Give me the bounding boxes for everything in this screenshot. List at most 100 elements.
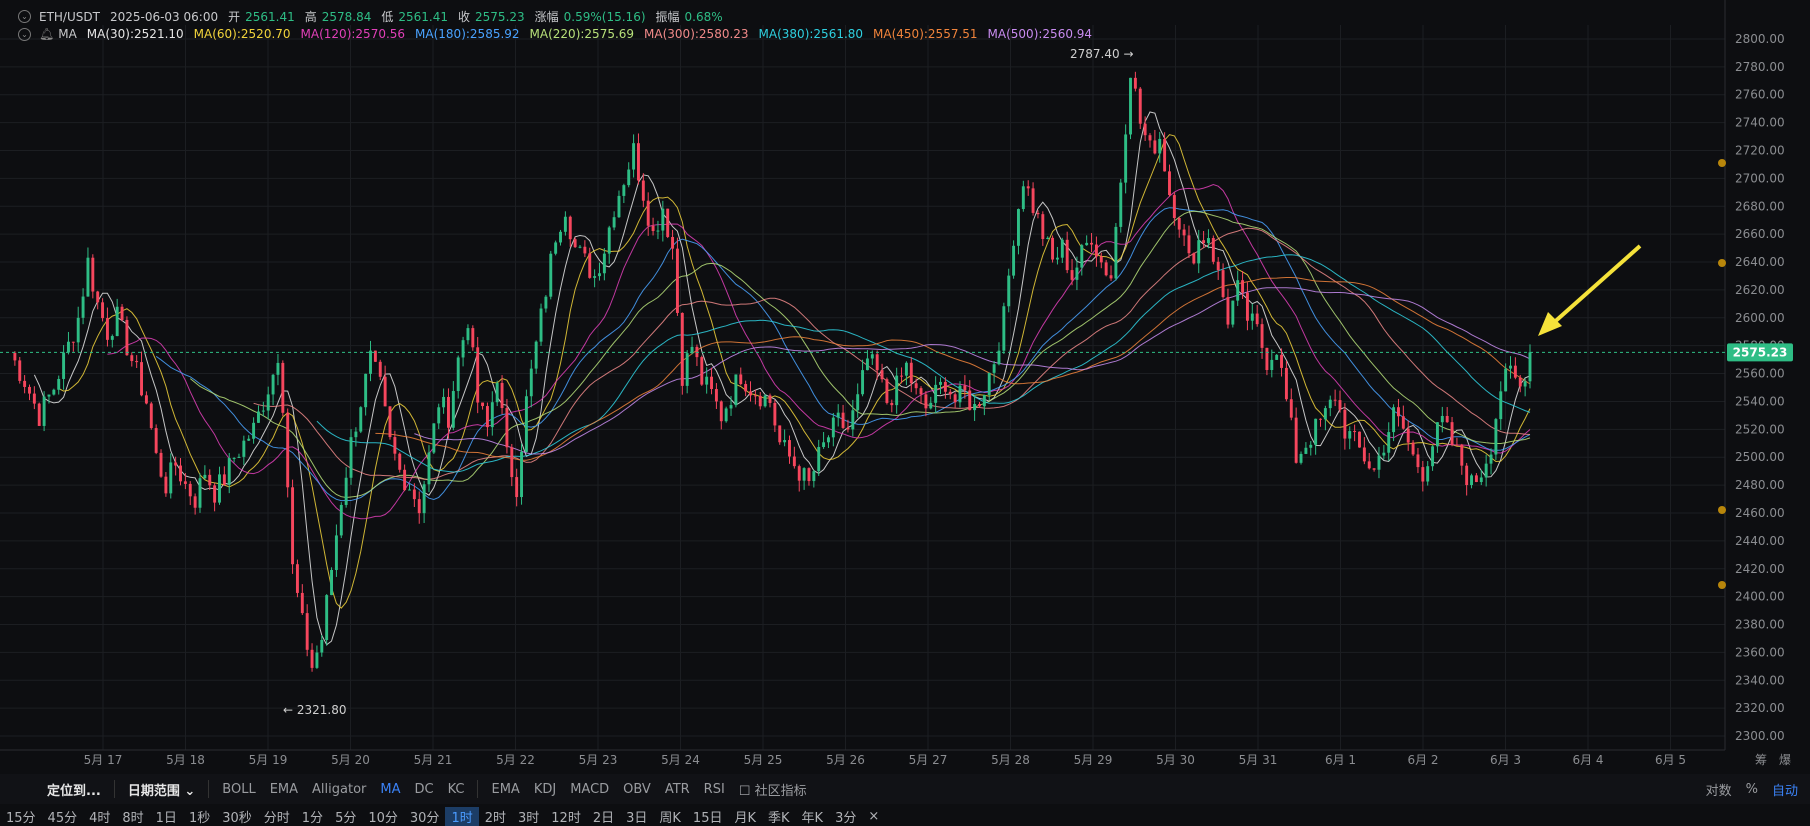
candle-body xyxy=(1314,418,1318,445)
sub-indicator-kdj[interactable]: KDJ xyxy=(527,782,563,797)
timeframe-11[interactable]: 30分 xyxy=(404,807,446,826)
candle-body xyxy=(320,639,324,653)
timeframe-4[interactable]: 1日 xyxy=(150,807,183,826)
timeframe-6[interactable]: 30秒 xyxy=(216,807,258,826)
sub-indicator-rsi[interactable]: RSI xyxy=(697,782,732,797)
candle-body xyxy=(1494,419,1498,455)
auto-scale-toggle[interactable]: 自动 xyxy=(1772,780,1798,799)
timeframe-5[interactable]: 1秒 xyxy=(183,807,216,826)
timeframe-2[interactable]: 4时 xyxy=(83,807,116,826)
time-tick-label: 5月 28 xyxy=(991,753,1030,767)
sub-indicator-ema[interactable]: EMA xyxy=(484,782,526,797)
candle-body xyxy=(1406,428,1410,443)
candle-body xyxy=(1304,447,1308,454)
candle-body xyxy=(37,403,41,426)
candle-body xyxy=(28,386,31,394)
log-scale-toggle[interactable]: 对数 xyxy=(1706,780,1732,799)
price-tick-label: 2680.00 xyxy=(1735,199,1785,213)
close-icon[interactable]: × xyxy=(862,809,885,824)
candle-body xyxy=(539,308,543,342)
timeframe-16[interactable]: 2日 xyxy=(587,807,620,826)
candle-body xyxy=(471,328,475,348)
sub-indicator-atr[interactable]: ATR xyxy=(658,782,697,797)
candle-body xyxy=(1129,77,1132,135)
candle-body xyxy=(242,440,246,457)
timeframe-0[interactable]: 15分 xyxy=(0,807,42,826)
collapse-icon[interactable]: ⌄ xyxy=(18,10,31,23)
percent-scale-toggle[interactable]: % xyxy=(1746,782,1758,797)
candle-body xyxy=(198,478,202,508)
indicator-alligator[interactable]: Alligator xyxy=(305,782,373,797)
timeframe-15[interactable]: 12时 xyxy=(545,807,587,826)
community-indicators-button[interactable]: ☐ 社区指标 xyxy=(732,780,814,799)
indicator-dc[interactable]: DC xyxy=(407,782,440,797)
candle-body xyxy=(632,143,636,170)
timeframe-20[interactable]: 月K xyxy=(728,807,762,826)
candle-body xyxy=(32,393,36,404)
timeframe-1[interactable]: 45分 xyxy=(42,807,84,826)
candle-body xyxy=(232,457,236,459)
candle-body xyxy=(461,340,465,358)
indicator-kc[interactable]: KC xyxy=(441,782,472,797)
candle-body xyxy=(637,143,640,181)
timeframe-9[interactable]: 5分 xyxy=(329,807,362,826)
timeframe-8[interactable]: 1分 xyxy=(296,807,329,826)
candle-body xyxy=(763,395,767,407)
timeframe-19[interactable]: 15日 xyxy=(687,807,729,826)
timeframe-14[interactable]: 3时 xyxy=(512,807,545,826)
timeframe-13[interactable]: 2时 xyxy=(479,807,512,826)
timeframe-21[interactable]: 季K xyxy=(762,807,796,826)
candle-body xyxy=(1231,300,1235,325)
candle-body xyxy=(1060,239,1064,258)
bell-icon[interactable]: 🔔︎ xyxy=(39,27,54,41)
candle-body xyxy=(125,319,129,356)
timeframe-22[interactable]: 年K xyxy=(796,807,830,826)
candle-body xyxy=(334,535,338,570)
low-marker: ← 2321.80 xyxy=(283,703,347,717)
open-label: 开 xyxy=(228,10,241,24)
timeframe-12[interactable]: 1时 xyxy=(445,806,479,826)
change-value: 0.59%(15.16) xyxy=(563,9,646,24)
candle-body xyxy=(286,412,290,488)
price-tick-label: 2460.00 xyxy=(1735,506,1785,520)
candle-body xyxy=(1007,275,1011,307)
candle-body xyxy=(193,496,197,508)
timeframe-7[interactable]: 分时 xyxy=(258,807,296,826)
candle-body xyxy=(768,395,772,403)
candle-body xyxy=(393,437,397,454)
indicator-ema[interactable]: EMA xyxy=(263,782,305,797)
candle-body xyxy=(149,403,153,429)
collapse-icon[interactable]: ⌄ xyxy=(18,27,31,41)
candle-body xyxy=(529,368,533,397)
candle-body xyxy=(1397,407,1400,417)
candle-body xyxy=(1509,365,1512,369)
candle-body xyxy=(734,374,738,406)
time-tick-label: 6月 4 xyxy=(1572,753,1603,767)
sub-indicator-obv[interactable]: OBV xyxy=(616,782,658,797)
symbol: ETH/USDT xyxy=(39,9,100,24)
candle-body xyxy=(671,236,675,249)
candle-body xyxy=(266,394,270,411)
candle-body xyxy=(1031,188,1035,213)
candle-body xyxy=(827,437,830,443)
indicator-ma[interactable]: MA xyxy=(373,782,407,797)
ma-line xyxy=(155,207,1531,502)
timeframe-10[interactable]: 10分 xyxy=(362,807,404,826)
timeframe-bar: 15分 45分 4时 8时 1日 1秒 30秒 分时 1分 5分 10分 30分 1时 2时 3时 12时 2日… xyxy=(0,806,1810,826)
timeframe-18[interactable]: 周K xyxy=(653,807,687,826)
candle-body xyxy=(885,379,889,403)
indicator-boll[interactable]: BOLL xyxy=(215,782,262,797)
candle-body xyxy=(1207,238,1210,244)
candle-body xyxy=(1197,240,1201,264)
sub-indicator-macd[interactable]: MACD xyxy=(563,782,616,797)
timeframe-17[interactable]: 3日 xyxy=(620,807,653,826)
timeframe-3[interactable]: 8时 xyxy=(116,807,149,826)
candle-body xyxy=(1445,415,1449,423)
price-chart[interactable]: 2800.00 2780.00 2760.00 2740.00 2720.00 2700.… xyxy=(0,0,1810,770)
timeframe-23[interactable]: 3分 xyxy=(829,807,862,826)
locate-button[interactable]: 定位到... xyxy=(40,780,108,799)
candle-body xyxy=(23,380,27,387)
time-tick-label: 5月 25 xyxy=(744,753,783,767)
date-range-button[interactable]: 日期范围 ⌄ xyxy=(121,780,202,799)
time-tick-label: 5月 19 xyxy=(249,753,288,767)
